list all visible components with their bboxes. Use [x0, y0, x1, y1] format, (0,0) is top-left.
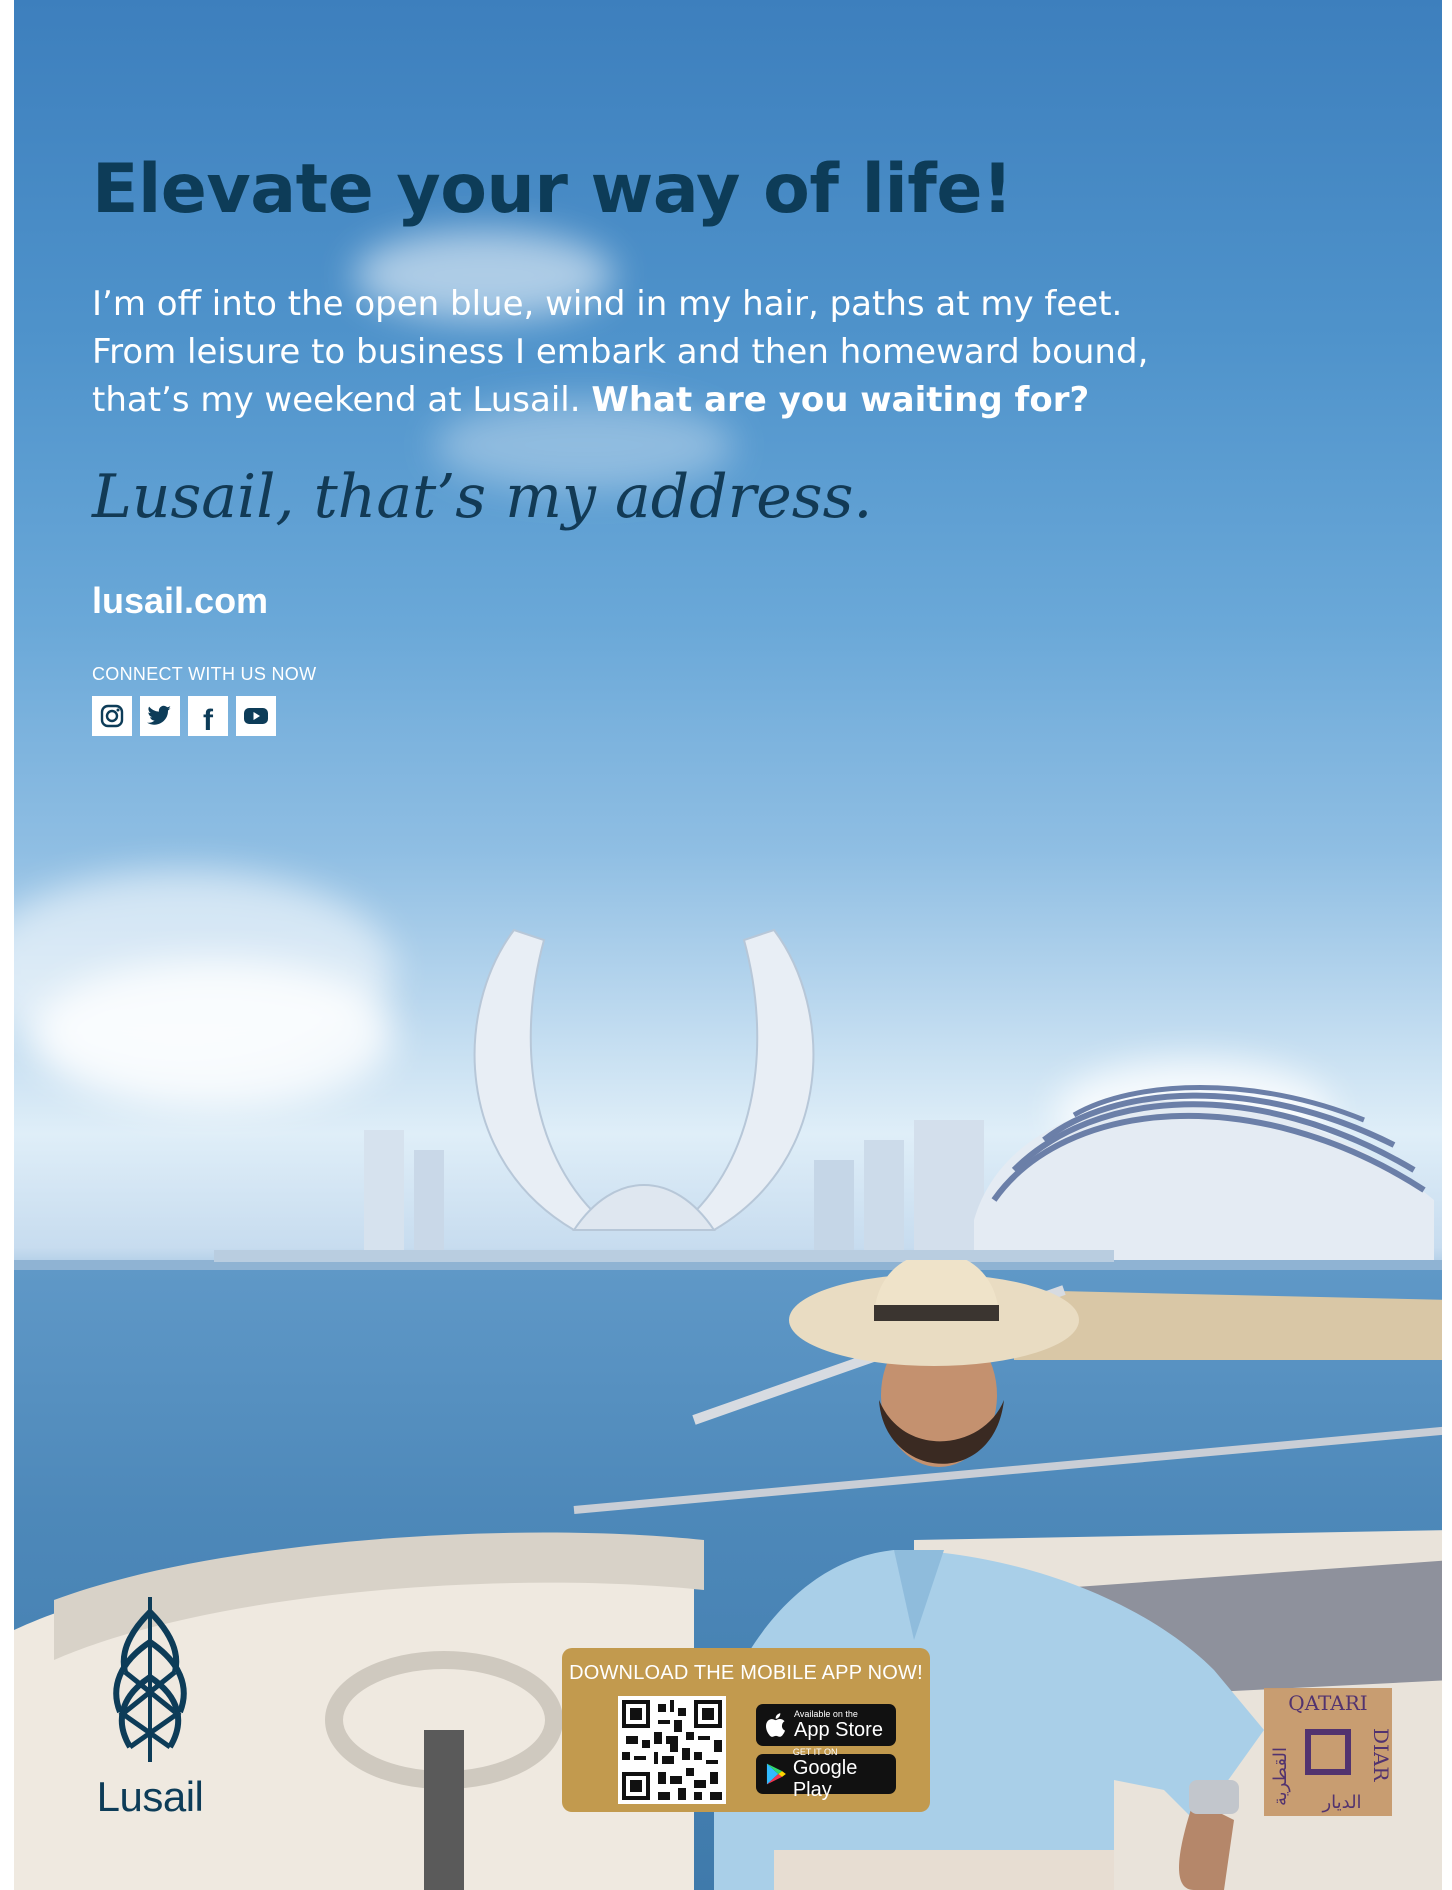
headline: Elevate your way of life!: [92, 150, 1013, 229]
website-link[interactable]: lusail.com: [92, 580, 268, 622]
advertisement-page: Elevate your way of life! I’m off into t…: [14, 0, 1452, 1890]
app-store-button[interactable]: Available on the App Store: [756, 1704, 896, 1746]
lusail-emblem-icon: [113, 1597, 187, 1762]
facebook-glyph: f: [203, 704, 213, 737]
connect-label: CONNECT WITH US NOW: [92, 664, 317, 684]
qatari-diar-ar-side: القطرية: [1270, 1747, 1291, 1806]
youtube-icon[interactable]: [236, 696, 276, 736]
city-skyline: [14, 928, 1452, 1300]
page-margin: [1442, 0, 1452, 1890]
qr-code[interactable]: [618, 1696, 726, 1804]
twitter-icon[interactable]: [140, 696, 180, 736]
body-line-1: I’m off into the open blue, wind in my h…: [92, 284, 1123, 324]
app-download-title: DOWNLOAD THE MOBILE APP NOW!: [569, 1662, 923, 1684]
google-play-small-text: GET IT ON: [792, 1747, 838, 1757]
instagram-icon[interactable]: [92, 696, 132, 736]
tagline: Lusail, that’s my address.: [92, 462, 873, 532]
facebook-icon[interactable]: f: [188, 696, 228, 737]
qatari-diar-en-top: QATARI: [1288, 1691, 1367, 1715]
lusail-wordmark: Lusail: [96, 1773, 204, 1820]
google-play-label: Google Play: [792, 1757, 858, 1801]
body-line-2: From leisure to business I embark and th…: [92, 332, 1149, 372]
qatari-diar-logo: QATARI DIAR القطرية الديار: [1264, 1688, 1393, 1816]
social-links: f: [92, 696, 276, 737]
lusail-logo: Lusail: [90, 1592, 210, 1821]
qatari-diar-ar-bottom: الديار: [1321, 1792, 1361, 1813]
google-play-button[interactable]: GET IT ON Google Play: [756, 1747, 896, 1801]
call-to-action: What are you waiting for?: [591, 380, 1090, 420]
google-play-icon: [766, 1763, 786, 1785]
body-line-3: that’s my weekend at Lusail.: [92, 380, 581, 420]
body-copy: I’m off into the open blue, wind in my h…: [92, 280, 1192, 424]
apple-icon: [766, 1713, 785, 1737]
app-download-box: DOWNLOAD THE MOBILE APP NOW! Available o…: [562, 1648, 930, 1812]
qatari-diar-en-side: DIAR: [1369, 1728, 1392, 1782]
app-store-label: App Store: [794, 1719, 883, 1741]
app-store-small-text: Available on the: [794, 1709, 858, 1719]
